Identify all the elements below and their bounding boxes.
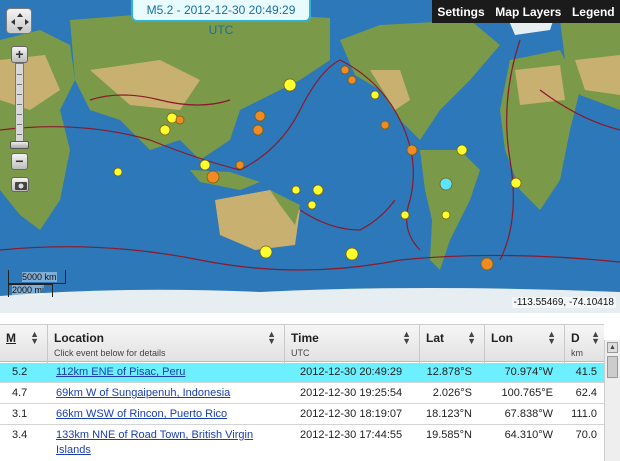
quake-marker xyxy=(113,167,123,177)
move-arrows-icon xyxy=(11,13,29,31)
quake-marker xyxy=(380,120,390,130)
scale-km-label: 5000 km xyxy=(22,272,57,282)
quake-marker xyxy=(347,75,357,85)
quake-marker xyxy=(370,90,380,100)
quake-marker xyxy=(259,245,273,259)
column-header-location[interactable]: Location Click event below for details ▲… xyxy=(48,325,285,363)
cell-lat: 2.026°S xyxy=(432,387,472,399)
map-layers-button[interactable]: Map Layers xyxy=(495,5,561,19)
quake-marker xyxy=(206,170,220,184)
cell-lon: 70.974°W xyxy=(504,366,553,378)
cell-lon: 100.765°E xyxy=(501,387,554,399)
sort-icon: ▲ ▼ xyxy=(402,329,411,346)
quake-marker xyxy=(159,124,171,136)
zoom-slider-handle[interactable] xyxy=(10,141,29,149)
camera-button[interactable] xyxy=(11,177,29,192)
table-header: M ▲ ▼ Location Click event below for deta… xyxy=(0,324,604,363)
cell-location-link[interactable]: 133km NNE of Road Town, British Virgin xyxy=(56,429,253,441)
zoom-tick xyxy=(17,134,22,135)
pan-control[interactable] xyxy=(6,8,32,34)
scroll-thumb[interactable] xyxy=(607,356,618,378)
quake-marker xyxy=(456,144,468,156)
quake-marker xyxy=(307,200,317,210)
cell-lon: 67.838°W xyxy=(504,408,553,420)
world-map[interactable]: + − M5.2 - 2012-12-30 20:49:29 UTC Setti… xyxy=(0,0,620,313)
zoom-tick xyxy=(17,74,22,75)
cell-location-link[interactable]: 112km ENE of Pisac, Peru xyxy=(56,366,185,378)
cell-location-link[interactable]: 66km WSW of Rincon, Puerto Rico xyxy=(56,408,227,420)
cell-magnitude: 3.1 xyxy=(12,408,28,420)
quake-marker xyxy=(175,115,185,125)
cell-magnitude: 3.4 xyxy=(12,429,28,441)
zoom-tick xyxy=(17,104,22,105)
cell-lat: 18.123°N xyxy=(426,408,472,420)
quake-marker xyxy=(510,177,522,189)
zoom-slider-track[interactable] xyxy=(15,63,24,149)
cell-depth: 62.4 xyxy=(575,387,597,399)
cell-lat: 12.878°S xyxy=(426,366,472,378)
table-row[interactable]: 3.4 133km NNE of Road Town, British Virg… xyxy=(0,426,604,461)
quake-marker xyxy=(340,65,350,75)
quake-marker xyxy=(199,159,211,171)
cell-lat: 19.585°N xyxy=(426,429,472,441)
sort-icon: ▲ ▼ xyxy=(267,329,276,346)
zoom-tick xyxy=(17,124,22,125)
settings-button[interactable]: Settings xyxy=(437,5,484,19)
cell-time: 2012-12-30 17:44:55 xyxy=(300,429,403,441)
scale-mi-label: 2000 mi xyxy=(12,285,45,295)
table-row[interactable]: 3.1 66km WSW of Rincon, Puerto Rico 2012… xyxy=(0,405,604,425)
sort-icon: ▲ ▼ xyxy=(30,329,39,346)
cell-location-link[interactable]: 69km W of Sungaipenuh, Indonesia xyxy=(56,387,230,399)
quake-marker xyxy=(406,144,418,156)
cursor-coordinates: -113.55469, -74.10418 xyxy=(511,297,616,308)
legend-button[interactable]: Legend xyxy=(572,5,615,19)
table-row-selected[interactable]: 5.2 112km ENE of Pisac, Peru 2012-12-30 … xyxy=(0,363,604,383)
zoom-tick xyxy=(17,94,22,95)
table-scrollbar[interactable]: ▲ xyxy=(604,340,620,461)
column-header-magnitude[interactable]: M ▲ ▼ xyxy=(0,325,48,363)
quake-marker xyxy=(291,185,301,195)
quake-marker xyxy=(312,184,324,196)
cell-lon: 64.310°W xyxy=(504,429,553,441)
quake-marker xyxy=(441,210,451,220)
cell-depth: 111.0 xyxy=(571,408,597,420)
quake-marker xyxy=(400,210,410,220)
zoom-tick xyxy=(17,84,22,85)
quake-marker xyxy=(480,257,494,271)
quake-markers[interactable] xyxy=(0,0,620,313)
quake-marker xyxy=(254,110,266,122)
cell-time: 2012-12-30 20:49:29 xyxy=(300,366,403,378)
quake-marker xyxy=(166,112,178,124)
quake-marker-selected xyxy=(439,177,453,191)
table-row[interactable]: 4.7 69km W of Sungaipenuh, Indonesia 201… xyxy=(0,384,604,404)
cell-location-link-continued[interactable]: Islands xyxy=(56,444,91,456)
quake-marker xyxy=(345,247,359,261)
quake-marker xyxy=(283,78,297,92)
earthquake-table: M ▲ ▼ Location Click event below for deta… xyxy=(0,324,620,461)
cell-depth: 70.0 xyxy=(575,429,597,441)
cell-magnitude: 4.7 xyxy=(12,387,28,399)
selected-event-title: M5.2 - 2012-12-30 20:49:29 UTC xyxy=(131,0,311,37)
cell-magnitude: 5.2 xyxy=(12,366,28,378)
sort-icon: ▲ ▼ xyxy=(547,329,556,346)
sort-icon: ▲ ▼ xyxy=(591,329,600,346)
camera-icon xyxy=(15,182,27,190)
cell-depth: 41.5 xyxy=(575,366,597,378)
quake-marker xyxy=(235,160,245,170)
cell-time: 2012-12-30 19:25:54 xyxy=(300,387,403,399)
scale-bar: 5000 km 2000 mi xyxy=(8,270,72,298)
zoom-out-button[interactable]: − xyxy=(11,153,28,170)
scroll-up-arrow-icon[interactable]: ▲ xyxy=(607,342,618,353)
quake-marker xyxy=(252,124,264,136)
column-header-time[interactable]: Time UTC ▲ ▼ xyxy=(285,325,420,363)
column-header-depth[interactable]: D km ▲ ▼ xyxy=(565,325,604,363)
column-header-lat[interactable]: Lat ▲ ▼ xyxy=(420,325,485,363)
column-header-lon[interactable]: Lon ▲ ▼ xyxy=(485,325,565,363)
zoom-in-button[interactable]: + xyxy=(11,46,28,63)
map-toolbar: Settings Map Layers Legend xyxy=(432,0,620,23)
zoom-tick xyxy=(17,114,22,115)
cell-time: 2012-12-30 18:19:07 xyxy=(300,408,403,420)
sort-icon: ▲ ▼ xyxy=(467,329,476,346)
